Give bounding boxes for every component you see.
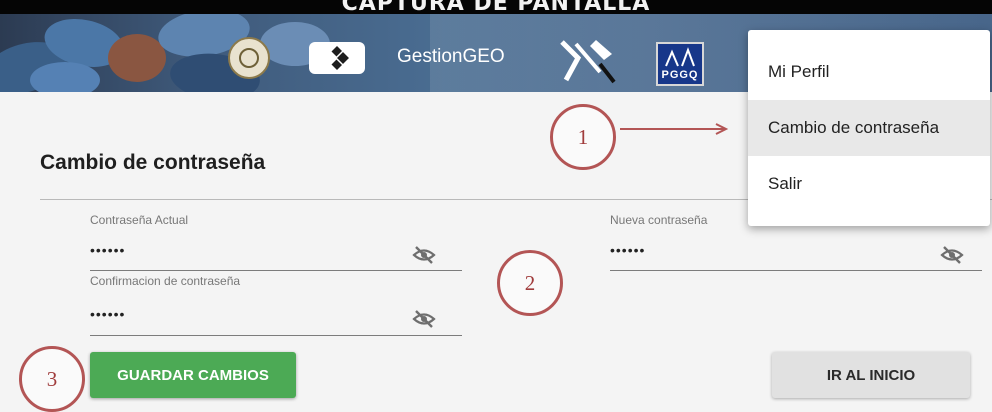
menu-item-cambio-de-contrasena[interactable]: Cambio de contraseña	[748, 100, 990, 156]
eye-off-icon[interactable]	[412, 246, 436, 264]
university-seal-logo	[228, 37, 270, 79]
current-password-underline	[90, 270, 462, 271]
eye-off-icon[interactable]	[940, 246, 964, 264]
app-logo	[309, 42, 365, 74]
menu-item-salir[interactable]: Salir	[748, 156, 990, 212]
step-1-arrow	[620, 123, 729, 135]
confirm-password-label: Confirmacion de contraseña	[90, 274, 241, 288]
new-password-underline	[610, 270, 982, 271]
screenshot-title: CAPTURA DE PANTALLA	[341, 0, 651, 14]
current-password-label: Contraseña Actual	[90, 213, 189, 227]
user-menu-dropdown: Mi Perfil Cambio de contraseña Salir	[748, 30, 990, 226]
confirm-password-underline	[90, 335, 462, 336]
save-changes-button[interactable]: GUARDAR CAMBIOS	[90, 352, 296, 398]
banner-pebble	[108, 34, 166, 82]
hammer-emblem-logo	[556, 34, 620, 86]
menu-item-mi-perfil[interactable]: Mi Perfil	[748, 44, 990, 100]
top-strip: CAPTURA DE PANTALLA	[0, 0, 992, 14]
page-title: Cambio de contraseña	[40, 151, 266, 174]
current-password-field[interactable]: Contraseña Actual ••••••	[90, 213, 462, 271]
go-home-button[interactable]: IR AL INICIO	[772, 352, 970, 398]
current-password-input[interactable]: ••••••	[90, 242, 125, 258]
step-2-annotation: 2	[497, 250, 563, 316]
confirm-password-input[interactable]: ••••••	[90, 306, 125, 322]
step-1-annotation: 1	[550, 104, 616, 170]
pggq-logo: PGGQ	[656, 42, 704, 86]
banner-pebble	[30, 62, 100, 92]
new-password-input[interactable]: ••••••	[610, 242, 645, 258]
step-3-annotation: 3	[19, 346, 85, 412]
eye-off-icon[interactable]	[412, 310, 436, 328]
pggq-logo-text: PGGQ	[661, 69, 699, 81]
new-password-label: Nueva contraseña	[610, 213, 708, 227]
app-name: GestionGEO	[397, 46, 505, 67]
confirm-password-field[interactable]: Confirmacion de contraseña ••••••	[90, 274, 462, 336]
